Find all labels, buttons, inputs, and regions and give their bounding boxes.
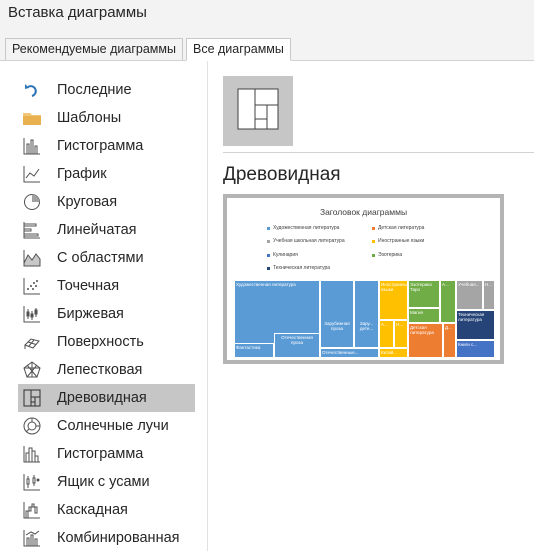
area-chart-icon — [22, 248, 42, 268]
sidebar-item-treemap[interactable]: Древовидная — [18, 384, 195, 412]
folder-icon — [22, 108, 42, 128]
sidebar-item-combo[interactable]: Комбинированная — [18, 524, 195, 552]
sidebar-item-label: Точечная — [57, 278, 120, 294]
sidebar-item-stock[interactable]: Биржевая — [18, 300, 195, 328]
sidebar-item-label: Гистограмма — [57, 138, 144, 154]
dialog-titlebar: Вставка диаграммы — [0, 0, 534, 30]
sidebar-item-label: Солнечные лучи — [57, 418, 169, 434]
treemap-tile: А... — [379, 320, 394, 348]
sidebar-item-scatter[interactable]: Точечная — [18, 272, 195, 300]
sidebar-item-area[interactable]: С областями — [18, 244, 195, 272]
line-chart-icon — [22, 164, 42, 184]
sidebar-item-radar[interactable]: Лепестковая — [18, 356, 195, 384]
legend-item: Техническая литература — [267, 265, 330, 271]
sidebar-item-histogram[interactable]: Гистограмма — [18, 440, 195, 468]
treemap-tile: Фантастика — [234, 343, 274, 358]
chart-type-title: Древовидная — [223, 164, 341, 185]
sidebar-item-label: Каскадная — [57, 502, 128, 518]
pie-chart-icon — [22, 192, 42, 212]
tab-recommended-charts[interactable]: Рекомендуемые диаграммы — [5, 38, 183, 61]
sidebar-item-sunburst[interactable]: Солнечные лучи — [18, 412, 195, 440]
sidebar-item-line[interactable]: График — [18, 160, 195, 188]
legend-item: Иностранные языки — [372, 238, 424, 244]
sidebar-item-label: Комбинированная — [57, 530, 180, 546]
legend-item: Художественная литература — [267, 225, 339, 231]
legend-swatch — [267, 226, 270, 230]
stock-chart-icon — [22, 304, 42, 324]
treemap-tile: А... — [440, 280, 456, 323]
sidebar-item-label: С областями — [57, 250, 144, 266]
sidebar-item-label: Последние — [57, 82, 132, 98]
sidebar-item-label: Лепестковая — [57, 362, 143, 378]
box-whisker-chart-icon — [22, 472, 42, 492]
preview-chart-title: Заголовок диаграммы — [319, 207, 408, 217]
legend-item: Кулинария — [267, 252, 298, 258]
sidebar-item-waterfall[interactable]: Каскадная — [18, 496, 195, 524]
surface-chart-icon — [22, 332, 42, 352]
treemap-tile: Отечественные... — [320, 348, 379, 358]
legend-item: Эзотерика — [372, 252, 402, 258]
legend-item: Учебная школьная литература — [267, 238, 345, 244]
column-chart-icon — [22, 136, 42, 156]
treemap-tile: Магия — [408, 308, 440, 323]
undo-arrow-icon — [22, 80, 42, 100]
radar-chart-icon — [22, 360, 42, 380]
tab-all-charts[interactable]: Все диаграммы — [186, 38, 291, 61]
sidebar-item-pie[interactable]: Круговая — [18, 188, 195, 216]
treemap-tile: Эзотерика Таро — [408, 280, 440, 308]
sidebar-item-box-whisker[interactable]: Ящик с усами — [18, 468, 195, 496]
treemap-tile: Отечественная проза — [274, 333, 320, 358]
treemap-tile: Д... — [443, 323, 456, 358]
bar-chart-icon — [22, 220, 42, 240]
subtype-divider — [223, 152, 534, 153]
legend-swatch — [372, 226, 375, 230]
sidebar-item-recent[interactable]: Последние — [18, 76, 195, 104]
sidebar-item-label: График — [57, 166, 107, 182]
treemap-tile: Учебная... — [456, 280, 483, 310]
sidebar-item-bar[interactable]: Линейчатая — [18, 216, 195, 244]
treemap-tile: Н... — [483, 280, 495, 310]
treemap-subtype-button[interactable] — [223, 76, 293, 146]
sunburst-chart-icon — [22, 416, 42, 436]
legend-swatch — [372, 253, 375, 257]
panel-divider — [207, 61, 208, 551]
sidebar-item-templates[interactable]: Шаблоны — [18, 104, 195, 132]
treemap-tile: Иностранные языки — [379, 280, 408, 320]
sidebar-item-label: Круговая — [57, 194, 118, 210]
treemap-tile: Техническая литература — [456, 310, 495, 340]
legend-swatch — [267, 253, 270, 257]
sidebar-item-label: Шаблоны — [57, 110, 122, 126]
sidebar-item-label: Биржевая — [57, 306, 124, 322]
waterfall-chart-icon — [22, 500, 42, 520]
treemap-subtype-icon — [237, 88, 279, 135]
legend-swatch — [267, 266, 270, 270]
treemap-tile: Н... — [394, 320, 408, 348]
dialog-title: Вставка диаграммы — [8, 4, 147, 21]
treemap-tile: Книги с... — [456, 340, 495, 358]
treemap-chart-icon — [22, 388, 42, 408]
legend-item: Детская литература — [372, 225, 424, 231]
sidebar-item-label: Древовидная — [57, 390, 147, 406]
sidebar-item-surface[interactable]: Поверхность — [18, 328, 195, 356]
sidebar-item-label: Линейчатая — [57, 222, 137, 238]
sidebar-item-label: Ящик с усами — [57, 474, 150, 490]
legend-swatch — [267, 239, 270, 243]
chart-preview-canvas: Заголовок диаграммы Художественная литер… — [227, 198, 500, 360]
treemap-tile: Зарубежная проза — [320, 280, 354, 348]
sidebar-item-label: Гистограмма — [57, 446, 144, 462]
scatter-chart-icon — [22, 276, 42, 296]
treemap-tile: Детская литература — [408, 323, 443, 358]
legend-swatch — [372, 239, 375, 243]
combo-chart-icon — [22, 528, 42, 548]
sidebar-item-label: Поверхность — [57, 334, 144, 350]
sidebar-item-column[interactable]: Гистограмма — [18, 132, 195, 160]
histogram-chart-icon — [22, 444, 42, 464]
treemap-tile: Зару... дете... — [354, 280, 379, 348]
treemap-tile: Китай... — [379, 348, 408, 358]
tab-bar: Рекомендуемые диаграммы Все диаграммы — [0, 30, 534, 61]
chart-preview[interactable]: Заголовок диаграммы Художественная литер… — [223, 194, 504, 364]
